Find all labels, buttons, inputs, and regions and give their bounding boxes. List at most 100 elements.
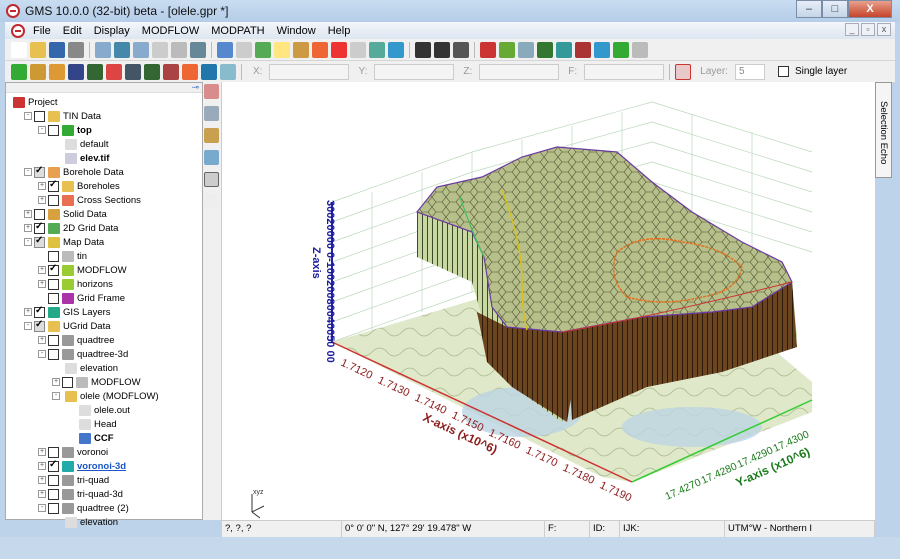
toolbar-button-icon[interactable] bbox=[575, 41, 591, 58]
expand-toggle-icon[interactable]: + bbox=[38, 266, 46, 274]
visibility-checkbox[interactable] bbox=[48, 502, 59, 514]
visibility-checkbox[interactable] bbox=[34, 110, 45, 122]
tree-item[interactable]: + tri-quad bbox=[6, 473, 202, 487]
toolbar-button-icon[interactable] bbox=[95, 41, 111, 58]
menu-edit[interactable]: Edit bbox=[57, 25, 88, 37]
tree-item[interactable]: Grid Frame bbox=[6, 291, 202, 305]
single-layer-checkbox[interactable] bbox=[777, 66, 789, 77]
toolbar-button-icon[interactable] bbox=[152, 41, 168, 58]
toolbar-button-icon[interactable] bbox=[236, 41, 252, 58]
expand-toggle-icon[interactable]: + bbox=[24, 308, 32, 316]
toolbar-button-icon[interactable] bbox=[388, 41, 404, 58]
visibility-checkbox[interactable] bbox=[48, 292, 59, 304]
module-button-icon[interactable] bbox=[30, 63, 46, 80]
toolbar-button-icon[interactable] bbox=[537, 41, 553, 58]
tree-item[interactable]: - UGrid Data bbox=[6, 319, 202, 333]
tree-item[interactable]: elev.tif bbox=[6, 151, 202, 165]
maximize-button[interactable]: □ bbox=[822, 0, 848, 18]
toolbar-button-icon[interactable] bbox=[369, 41, 385, 58]
expand-toggle-icon[interactable]: + bbox=[52, 378, 60, 386]
layer-view-icon[interactable] bbox=[675, 63, 692, 80]
toolbar-button-icon[interactable] bbox=[293, 41, 309, 58]
module-button-icon[interactable] bbox=[11, 63, 27, 80]
expand-toggle-icon[interactable]: - bbox=[24, 112, 32, 120]
menu-help[interactable]: Help bbox=[322, 25, 357, 37]
visibility-checkbox[interactable] bbox=[48, 179, 59, 192]
visibility-checkbox[interactable] bbox=[48, 124, 59, 136]
zoom-tool-icon[interactable] bbox=[204, 106, 219, 121]
module-button-icon[interactable] bbox=[182, 63, 198, 80]
tree-item[interactable]: + voronoi bbox=[6, 445, 202, 459]
tree-item[interactable]: olele.out bbox=[6, 403, 202, 417]
f-field[interactable] bbox=[584, 63, 665, 80]
module-button-icon[interactable] bbox=[106, 63, 122, 80]
tree-item[interactable]: +2D Grid Data bbox=[6, 221, 202, 235]
minimize-button[interactable]: – bbox=[796, 0, 822, 18]
toolbar-button-icon[interactable] bbox=[255, 41, 271, 58]
tree-item[interactable]: - TIN Data bbox=[6, 109, 202, 123]
graphics-window[interactable]: 30020000 0-10020080040050 00 Z-axis 1.71… bbox=[222, 82, 875, 520]
z-field[interactable] bbox=[479, 63, 560, 80]
toolbar-button-icon[interactable] bbox=[68, 41, 84, 58]
tree-item[interactable]: - olele (MODFLOW) bbox=[6, 389, 202, 403]
expand-toggle-icon[interactable]: + bbox=[38, 280, 46, 288]
layer-spinner[interactable]: 5 bbox=[734, 63, 765, 80]
document-icon[interactable] bbox=[11, 23, 25, 38]
tree-item[interactable]: - quadtree (2) bbox=[6, 501, 202, 515]
y-field[interactable] bbox=[374, 63, 455, 80]
visibility-checkbox[interactable] bbox=[34, 208, 45, 220]
visibility-checkbox[interactable] bbox=[48, 348, 59, 360]
expand-toggle-icon[interactable]: + bbox=[24, 224, 32, 232]
menu-display[interactable]: Display bbox=[88, 25, 136, 37]
tree-item[interactable]: + Cross Sections bbox=[6, 193, 202, 207]
visibility-checkbox[interactable] bbox=[34, 305, 45, 318]
expand-toggle-icon[interactable]: + bbox=[38, 182, 46, 190]
select-points-tool-icon[interactable] bbox=[204, 194, 219, 209]
mdi-close-button[interactable]: x bbox=[877, 23, 891, 36]
visibility-checkbox[interactable] bbox=[34, 319, 45, 332]
toolbar-button-icon[interactable] bbox=[613, 41, 629, 58]
tree-item[interactable]: - quadtree-3d bbox=[6, 347, 202, 361]
expand-toggle-icon[interactable]: - bbox=[24, 168, 32, 176]
x-field[interactable] bbox=[269, 63, 350, 80]
toolbar-button-icon[interactable] bbox=[114, 41, 130, 58]
toolbar-button-icon[interactable] bbox=[594, 41, 610, 58]
expand-toggle-icon[interactable]: + bbox=[38, 462, 46, 470]
module-button-icon[interactable] bbox=[49, 63, 65, 80]
tree-item[interactable]: + voronoi-3d bbox=[6, 459, 202, 473]
toolbar-button-icon[interactable] bbox=[480, 41, 496, 58]
visibility-checkbox[interactable] bbox=[48, 194, 59, 206]
visibility-checkbox[interactable] bbox=[34, 221, 45, 234]
visibility-checkbox[interactable] bbox=[48, 263, 59, 276]
visibility-checkbox[interactable] bbox=[48, 459, 59, 472]
tree-item[interactable]: + tri-quad-3d bbox=[6, 487, 202, 501]
visibility-checkbox[interactable] bbox=[48, 488, 59, 500]
toolbar-button-icon[interactable] bbox=[217, 41, 233, 58]
tree-item[interactable]: + horizons bbox=[6, 277, 202, 291]
module-button-icon[interactable] bbox=[68, 63, 84, 80]
toolbar-button-icon[interactable] bbox=[30, 41, 46, 58]
toolbar-button-icon[interactable] bbox=[434, 41, 450, 58]
tree-item[interactable]: + quadtree bbox=[6, 333, 202, 347]
visibility-checkbox[interactable] bbox=[48, 278, 59, 290]
toolbar-button-icon[interactable] bbox=[499, 41, 515, 58]
menu-file[interactable]: File bbox=[27, 25, 57, 37]
module-button-icon[interactable] bbox=[220, 63, 236, 80]
visibility-checkbox[interactable] bbox=[34, 165, 45, 178]
expand-toggle-icon[interactable]: - bbox=[24, 322, 32, 330]
tree-item[interactable]: default bbox=[6, 137, 202, 151]
measure-tool-icon[interactable] bbox=[204, 150, 219, 165]
tree-item[interactable]: - Map Data bbox=[6, 235, 202, 249]
toolbar-button-icon[interactable] bbox=[331, 41, 347, 58]
tree-item[interactable]: + MODFLOW bbox=[6, 263, 202, 277]
tree-item[interactable]: Head bbox=[6, 417, 202, 431]
expand-toggle-icon[interactable]: + bbox=[38, 476, 46, 484]
tree-item[interactable]: tin bbox=[6, 249, 202, 263]
visibility-checkbox[interactable] bbox=[48, 474, 59, 486]
tree-item[interactable]: - Borehole Data bbox=[6, 165, 202, 179]
visibility-checkbox[interactable] bbox=[48, 334, 59, 346]
toolbar-button-icon[interactable] bbox=[453, 41, 469, 58]
toolbar-button-icon[interactable] bbox=[312, 41, 328, 58]
select-tool-icon[interactable] bbox=[204, 84, 219, 99]
mdi-minimize-button[interactable]: _ bbox=[845, 23, 859, 36]
